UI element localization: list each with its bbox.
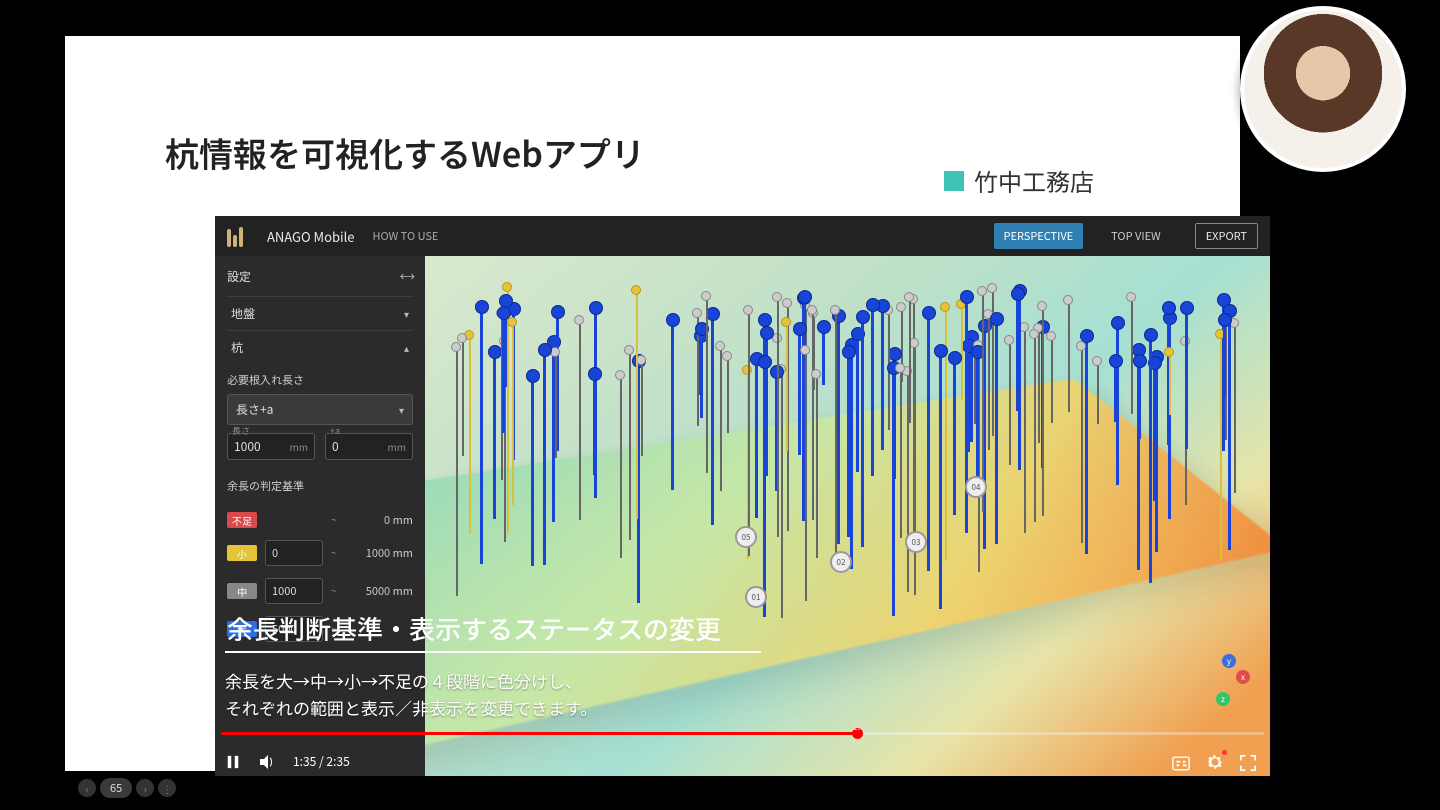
length-mode-select[interactable]: 長さ+a ▾ [227,394,413,425]
required-length-label: 必要根入れ長さ [227,370,413,394]
app-logo-icon [227,225,249,247]
small-range: 1000 mm [345,545,413,561]
tab-top-view[interactable]: TOP VIEW [1101,223,1171,249]
chevron-up-icon: ▴ [404,340,409,355]
accordion-pile-label: 杭 [231,339,243,356]
company-color-swatch [944,171,964,191]
length-mode-value: 長さ+a [236,401,273,418]
tab-perspective[interactable]: PERSPECTIVE [994,223,1084,249]
company-label: 竹中工務店 [944,163,1094,198]
anago-app: ANAGO Mobile HOW TO USE PERSPECTIVE TOP … [215,216,1270,776]
axis-x-icon: x [1236,670,1250,684]
caption-line-2: それぞれの範囲と表示／非表示を変更できます。 [225,694,761,721]
progress-bar[interactable]: 1:35 [221,732,1264,735]
accordion-ground[interactable]: 地盤 ▾ [227,296,413,330]
badge-shortage: 不足 [227,512,257,528]
length-value: 1000 [234,438,261,455]
criteria-row-small: 小 0 ~ 1000 mm [227,540,413,566]
chevron-down-icon: ▾ [404,306,409,321]
video-caption: 余長判断基準・表示するステータスの変更 余長を大→中→小→不足の４段階に色分けし… [225,608,761,721]
criteria-row-medium: 中 1000 ~ 5000 mm [227,578,413,604]
axis-gizmo[interactable]: y x z [1194,654,1250,710]
more-menu-icon[interactable]: ⋮ [158,779,176,797]
bottom-toolbar: ‹ 65 › ⋮ [78,778,176,798]
hover-time: 1:35 [852,718,871,733]
accordion-ground-label: 地盤 [231,305,255,322]
plus-a-tiny-label: +a [330,424,340,437]
app-brand: ANAGO Mobile [267,227,354,246]
caption-title: 余長判断基準・表示するステータスの変更 [225,608,761,653]
app-header: ANAGO Mobile HOW TO USE PERSPECTIVE TOP … [215,216,1270,256]
fullscreen-icon[interactable] [1240,752,1258,770]
page-number[interactable]: 65 [100,778,132,798]
dropdown-icon: ▾ [399,402,404,417]
caption-line-1: 余長を大→中→小→不足の４段階に色分けし、 [225,667,761,694]
export-button[interactable]: EXPORT [1195,223,1258,249]
small-input[interactable]: 0 [265,540,323,566]
unit-label: mm [387,439,406,454]
pause-icon[interactable] [225,754,241,770]
company-name: 竹中工務店 [974,163,1094,198]
axis-y-icon: y [1222,654,1236,668]
video-player-bar: 1:35 1:35 / 2:35 [215,732,1270,776]
plus-a-input[interactable]: +a 0 mm [325,433,413,460]
length-input[interactable]: 長さ 1000 mm [227,433,315,460]
plus-a-value: 0 [332,438,339,455]
badge-small: 小 [227,545,257,561]
accordion-pile[interactable]: 杭 ▴ [227,330,413,364]
settings-gear-icon[interactable] [1206,752,1224,770]
slide: 杭情報を可視化するWebアプリ 竹中工務店 ANAGO Mobile HOW T… [65,36,1240,771]
criteria-label: 余長の判定基準 [227,476,413,500]
how-to-use-link[interactable]: HOW TO USE [372,228,438,244]
panel-title: 設定 [227,268,251,285]
total-time: 2:35 [326,753,349,770]
axis-z-icon: z [1216,692,1230,706]
shortage-range: 0 mm [345,512,413,528]
criteria-row-shortage: 不足 ~ 0 mm [227,512,413,528]
medium-range: 5000 mm [345,583,413,599]
badge-medium: 中 [227,583,257,599]
current-time: 1:35 [293,753,316,770]
medium-input[interactable]: 1000 [265,578,323,604]
slide-title: 杭情報を可視化するWebアプリ [165,128,645,177]
next-page-button[interactable]: › [136,779,154,797]
volume-icon[interactable] [259,754,275,770]
collapse-icon[interactable]: ⤢ [396,265,418,287]
length-tiny-label: 長さ [232,424,250,437]
presenter-avatar [1240,6,1406,172]
unit-label: mm [289,439,308,454]
captions-icon[interactable] [1172,752,1190,770]
prev-page-button[interactable]: ‹ [78,779,96,797]
time-display: 1:35 / 2:35 [293,753,350,770]
